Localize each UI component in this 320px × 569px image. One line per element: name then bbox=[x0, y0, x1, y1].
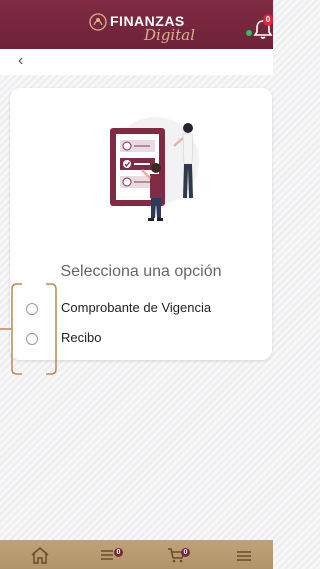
bottom-nav: 0 0 bbox=[0, 540, 273, 569]
app-logo: FINANZAS Digital bbox=[88, 8, 208, 46]
back-button[interactable]: ‹ bbox=[18, 51, 23, 71]
list-badge: 0 bbox=[114, 548, 123, 557]
selection-prompt: Selecciona una opción bbox=[60, 263, 222, 280]
radio-button[interactable] bbox=[26, 333, 38, 345]
menu-icon[interactable] bbox=[232, 544, 256, 566]
logo-subtitle: Digital bbox=[144, 26, 195, 44]
checklist-illustration bbox=[110, 117, 199, 221]
online-status-dot bbox=[246, 30, 252, 36]
option-recibo[interactable]: Recibo bbox=[20, 328, 260, 352]
notification-badge: 0 bbox=[263, 14, 273, 26]
logo-emblem-icon bbox=[89, 13, 107, 31]
sub-toolbar: ‹ bbox=[0, 49, 273, 75]
selection-card: Selecciona una opción Comprobante de Vig… bbox=[10, 88, 272, 360]
option-comprobante-de-vigencia[interactable]: Comprobante de Vigencia bbox=[20, 298, 260, 322]
cart-badge: 0 bbox=[181, 548, 190, 557]
radio-button[interactable] bbox=[26, 303, 38, 315]
home-icon[interactable] bbox=[28, 544, 52, 566]
option-label: Recibo bbox=[61, 330, 102, 345]
app-header: FINANZAS Digital 0 bbox=[0, 0, 273, 49]
option-label: Comprobante de Vigencia bbox=[61, 300, 212, 315]
